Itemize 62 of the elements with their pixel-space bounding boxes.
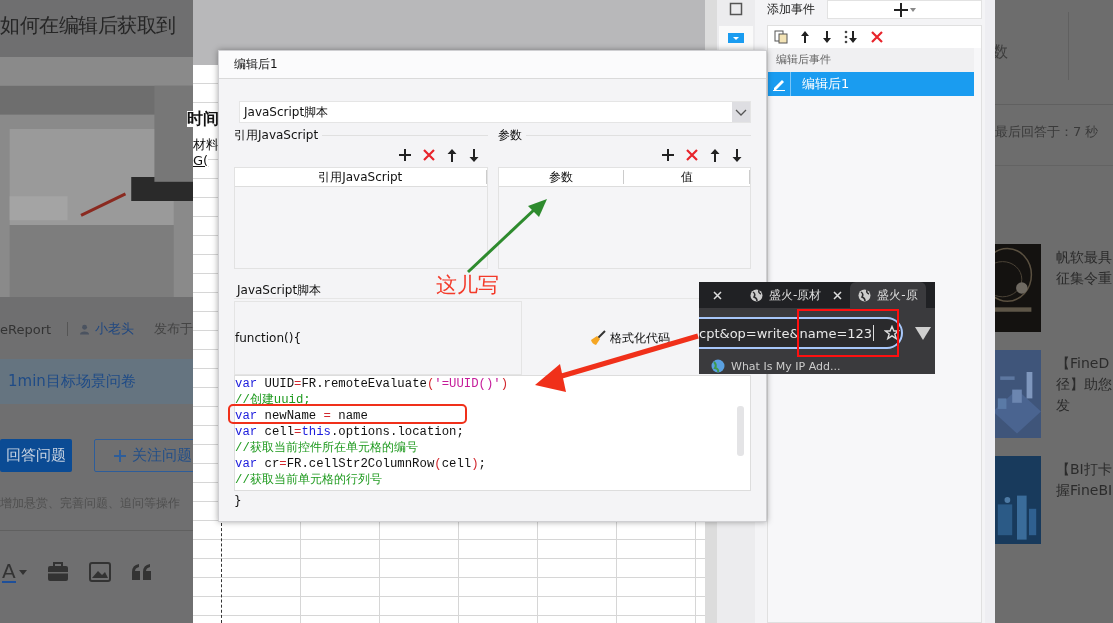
code-line: //创建uuid;	[235, 392, 311, 408]
caret-icon	[910, 7, 916, 12]
annotation-note: 这儿写	[436, 272, 499, 299]
code-text: function(){	[235, 331, 302, 345]
code-line: //获取当前单元格的行列号	[235, 472, 382, 488]
up-arrow-icon[interactable]	[446, 148, 457, 162]
column-header[interactable]: 值	[624, 170, 750, 184]
browser-tab[interactable]: 盛火-原	[850, 282, 926, 308]
delete-icon[interactable]	[686, 149, 698, 161]
code-line: //获取当前控件所在单元格的编号	[235, 440, 418, 456]
globe-icon	[750, 288, 763, 302]
answer-button[interactable]: 回答问题	[0, 439, 72, 472]
plus-icon	[893, 1, 909, 18]
question-title: 如何在编辑后获取到	[0, 12, 177, 39]
down-arrow-icon[interactable]	[468, 148, 479, 162]
code-line: var cell=this.options.location;	[235, 424, 464, 440]
section-title: 参数	[497, 126, 522, 144]
column-header[interactable]: 参数	[498, 170, 625, 184]
section-title: 引用JavaScript	[234, 126, 319, 144]
delete-icon[interactable]	[870, 30, 884, 44]
list-header: 编辑后事件	[768, 48, 974, 72]
add-icon[interactable]	[398, 149, 411, 161]
image-icon[interactable]	[88, 562, 111, 582]
bookmark-item[interactable]: What Is My IP Add...	[699, 358, 935, 374]
cell-text: 时间	[187, 111, 219, 127]
star-icon	[884, 325, 901, 341]
delete-icon[interactable]	[422, 149, 435, 161]
add-event-label: 添加事件	[767, 1, 815, 18]
scrollbar[interactable]	[737, 406, 744, 456]
pencil-icon	[772, 77, 786, 91]
move-bottom-icon[interactable]	[844, 30, 858, 44]
close-icon	[833, 290, 843, 300]
dropdown-icon[interactable]	[915, 326, 931, 340]
caret-icon	[18, 569, 27, 575]
code-text: }	[234, 494, 243, 508]
cell-text: G(	[193, 153, 209, 169]
add-icon[interactable]	[662, 149, 674, 161]
briefcase-icon[interactable]	[46, 562, 69, 582]
globe-icon	[858, 288, 872, 302]
down-arrow-icon[interactable]	[732, 148, 742, 162]
code-line: var UUID=FR.remoteEvaluate('=UUID()')	[235, 376, 509, 392]
browser-tab[interactable]: 盛火-原材	[742, 282, 851, 308]
globe-icon	[711, 359, 725, 373]
up-arrow-icon[interactable]	[710, 148, 720, 162]
dialog-title: 编辑后1	[219, 51, 766, 79]
type-select[interactable]: JavaScript脚本	[239, 101, 751, 123]
plus-icon	[113, 448, 127, 463]
chevron-down-icon	[735, 108, 747, 116]
close-icon[interactable]	[713, 290, 722, 300]
user-icon	[79, 322, 89, 336]
code-line: var newName = name	[235, 408, 368, 424]
code-editor[interactable]: var UUID=FR.remoteEvaluate('=UUID()') //创建uuid; var newName = name var cell=this.options.location; //获取当前控件所在单元格的编号 var cr=FR.cellStr2ColumnRow(cell); //获取当前单元格的行列号	[234, 375, 751, 491]
copy-icon[interactable]	[774, 30, 788, 44]
quote-icon[interactable]	[130, 563, 153, 581]
add-event-dropdown[interactable]	[827, 0, 982, 19]
code-line: var cr=FR.cellStr2ColumnRow(cell);	[235, 456, 486, 472]
format-code-button[interactable]: 格式化代码	[590, 329, 670, 347]
down-arrow-icon[interactable]	[822, 30, 832, 44]
up-arrow-icon[interactable]	[800, 30, 810, 44]
broom-icon	[590, 330, 606, 346]
cell-text: 材料	[193, 137, 219, 153]
square-icon[interactable]	[729, 2, 743, 16]
